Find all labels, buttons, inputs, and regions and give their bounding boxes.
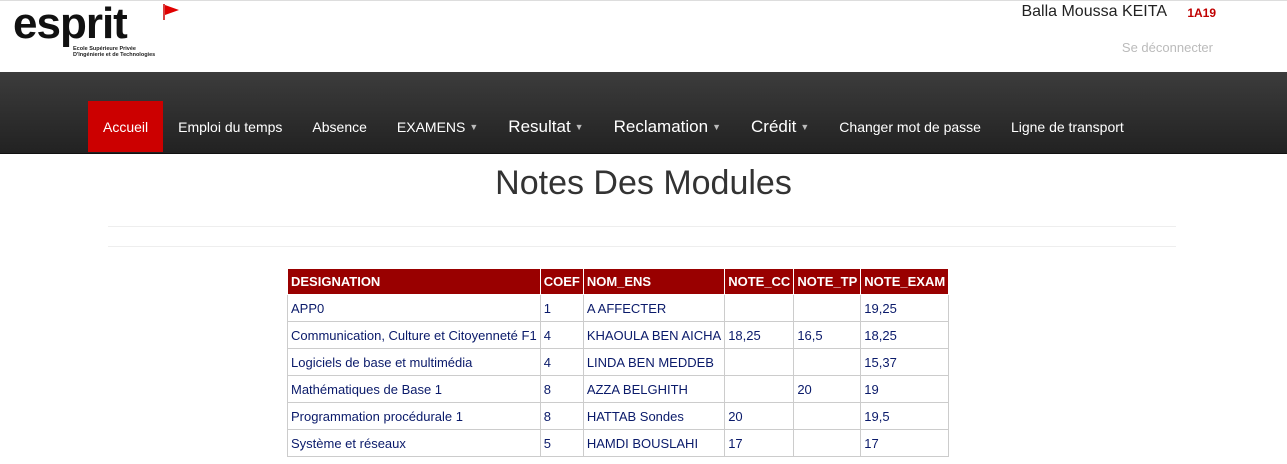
- cell-nom-ens: AZZA BELGHITH: [582, 375, 726, 403]
- cell-note-cc: [724, 294, 795, 322]
- nav-item-label: EXAMENS: [396, 118, 466, 135]
- column-header-designation: DESIGNATION: [287, 268, 541, 295]
- nav-menu: Accueil Emploi du temps Absence EXAMENS …: [88, 101, 1139, 152]
- cell-note-cc: [724, 348, 795, 376]
- flag-icon: [163, 4, 179, 20]
- cell-nom-ens: HAMDI BOUSLAHI: [582, 429, 726, 457]
- cell-note-cc: 20: [724, 402, 795, 430]
- divider: [108, 226, 1176, 227]
- column-header-note-cc: NOTE_CC: [724, 268, 795, 295]
- cell-note-cc: [724, 375, 795, 403]
- table-row: Système et réseaux 5 HAMDI BOUSLAHI 17 1…: [287, 429, 950, 457]
- cell-note-tp: [793, 348, 862, 376]
- cell-note-tp: [793, 402, 862, 430]
- cell-note-exam: 19: [860, 375, 950, 403]
- cell-note-exam: 19,25: [860, 294, 950, 322]
- cell-note-tp: [793, 429, 862, 457]
- cell-designation: Système et réseaux: [287, 429, 541, 457]
- divider: [108, 246, 1176, 247]
- logo-wordmark: esprit: [13, 0, 128, 48]
- nav-item-reclamation[interactable]: Reclamation ▼: [599, 101, 736, 152]
- cell-designation: Logiciels de base et multimédia: [287, 348, 541, 376]
- table-row: Communication, Culture et Citoyenneté F1…: [287, 321, 950, 349]
- cell-designation: APP0: [287, 294, 541, 322]
- esprit-logo[interactable]: esprit Ecole Supérieure Privée D'Ingénie…: [13, 0, 179, 64]
- nav-item-examens[interactable]: EXAMENS ▼: [382, 101, 493, 152]
- table-row: APP0 1 A AFFECTER 19,25: [287, 294, 950, 322]
- grades-table: DESIGNATION COEF NOM_ENS NOTE_CC NOTE_TP…: [287, 268, 950, 457]
- nav-item-label: Reclamation: [613, 116, 709, 136]
- chevron-down-icon: ▼: [469, 121, 479, 132]
- chevron-down-icon: ▼: [800, 121, 810, 132]
- nav-item-label: Ligne de transport: [1010, 118, 1124, 135]
- cell-designation: Mathématiques de Base 1: [287, 375, 541, 403]
- table-row: Logiciels de base et multimédia 4 LINDA …: [287, 348, 950, 376]
- cell-designation: Communication, Culture et Citoyenneté F1: [287, 321, 541, 349]
- nav-item-label: Accueil: [103, 118, 149, 135]
- column-header-note-tp: NOTE_TP: [793, 268, 862, 295]
- top-header: esprit Ecole Supérieure Privée D'Ingénie…: [0, 0, 1287, 73]
- cell-coef: 8: [539, 402, 584, 430]
- user-class-badge: 1A19: [1187, 6, 1216, 20]
- column-header-nom-ens: NOM_ENS: [582, 268, 726, 295]
- cell-coef: 4: [539, 348, 584, 376]
- column-header-note-exam: NOTE_EXAM: [860, 268, 950, 295]
- cell-coef: 1: [539, 294, 584, 322]
- nav-item-resultat[interactable]: Resultat ▼: [493, 101, 598, 152]
- cell-note-tp: [793, 294, 862, 322]
- page-title: Notes Des Modules: [495, 164, 792, 202]
- cell-coef: 5: [539, 429, 584, 457]
- nav-item-label: Absence: [312, 118, 367, 135]
- cell-note-cc: 18,25: [724, 321, 795, 349]
- main-navbar: Accueil Emploi du temps Absence EXAMENS …: [0, 72, 1287, 154]
- nav-item-changer-mot-de-passe[interactable]: Changer mot de passe: [824, 101, 996, 152]
- chevron-down-icon: ▼: [574, 121, 584, 132]
- cell-nom-ens: HATTAB Sondes: [582, 402, 726, 430]
- nav-item-label: Emploi du temps: [178, 118, 283, 135]
- nav-item-credit[interactable]: Crédit ▼: [736, 101, 824, 152]
- table-row: Mathématiques de Base 1 8 AZZA BELGHITH …: [287, 375, 950, 403]
- nav-item-ligne-de-transport[interactable]: Ligne de transport: [996, 101, 1139, 152]
- nav-item-label: Resultat: [508, 116, 571, 136]
- cell-coef: 8: [539, 375, 584, 403]
- logo-subtitle-line-2: D'Ingénierie et de Technologies: [73, 52, 156, 58]
- logout-link[interactable]: Se déconnecter: [1122, 40, 1213, 55]
- user-name: Balla Moussa KEITA: [1021, 3, 1167, 20]
- cell-note-exam: 19,5: [860, 402, 950, 430]
- chevron-down-icon: ▼: [712, 121, 722, 132]
- cell-note-tp: 20: [793, 375, 862, 403]
- column-header-coef: COEF: [539, 268, 584, 295]
- cell-designation: Programmation procédurale 1: [287, 402, 541, 430]
- nav-item-label: Crédit: [751, 116, 797, 136]
- cell-nom-ens: A AFFECTER: [582, 294, 726, 322]
- nav-item-accueil[interactable]: Accueil: [88, 101, 164, 152]
- nav-item-absence[interactable]: Absence: [297, 101, 381, 152]
- cell-note-cc: 17: [724, 429, 795, 457]
- table-header-row: DESIGNATION COEF NOM_ENS NOTE_CC NOTE_TP…: [287, 268, 950, 295]
- table-row: Programmation procédurale 1 8 HATTAB Son…: [287, 402, 950, 430]
- nav-item-label: Changer mot de passe: [839, 118, 981, 135]
- cell-note-exam: 15,37: [860, 348, 950, 376]
- cell-nom-ens: KHAOULA BEN AICHA: [582, 321, 726, 349]
- nav-item-emploi-du-temps[interactable]: Emploi du temps: [163, 101, 297, 152]
- cell-note-tp: 16,5: [793, 321, 862, 349]
- cell-note-exam: 18,25: [860, 321, 950, 349]
- logo-subtitle: Ecole Supérieure Privée D'Ingénierie et …: [73, 46, 155, 58]
- cell-note-exam: 17: [860, 429, 950, 457]
- cell-coef: 4: [539, 321, 584, 349]
- cell-nom-ens: LINDA BEN MEDDEB: [582, 348, 726, 376]
